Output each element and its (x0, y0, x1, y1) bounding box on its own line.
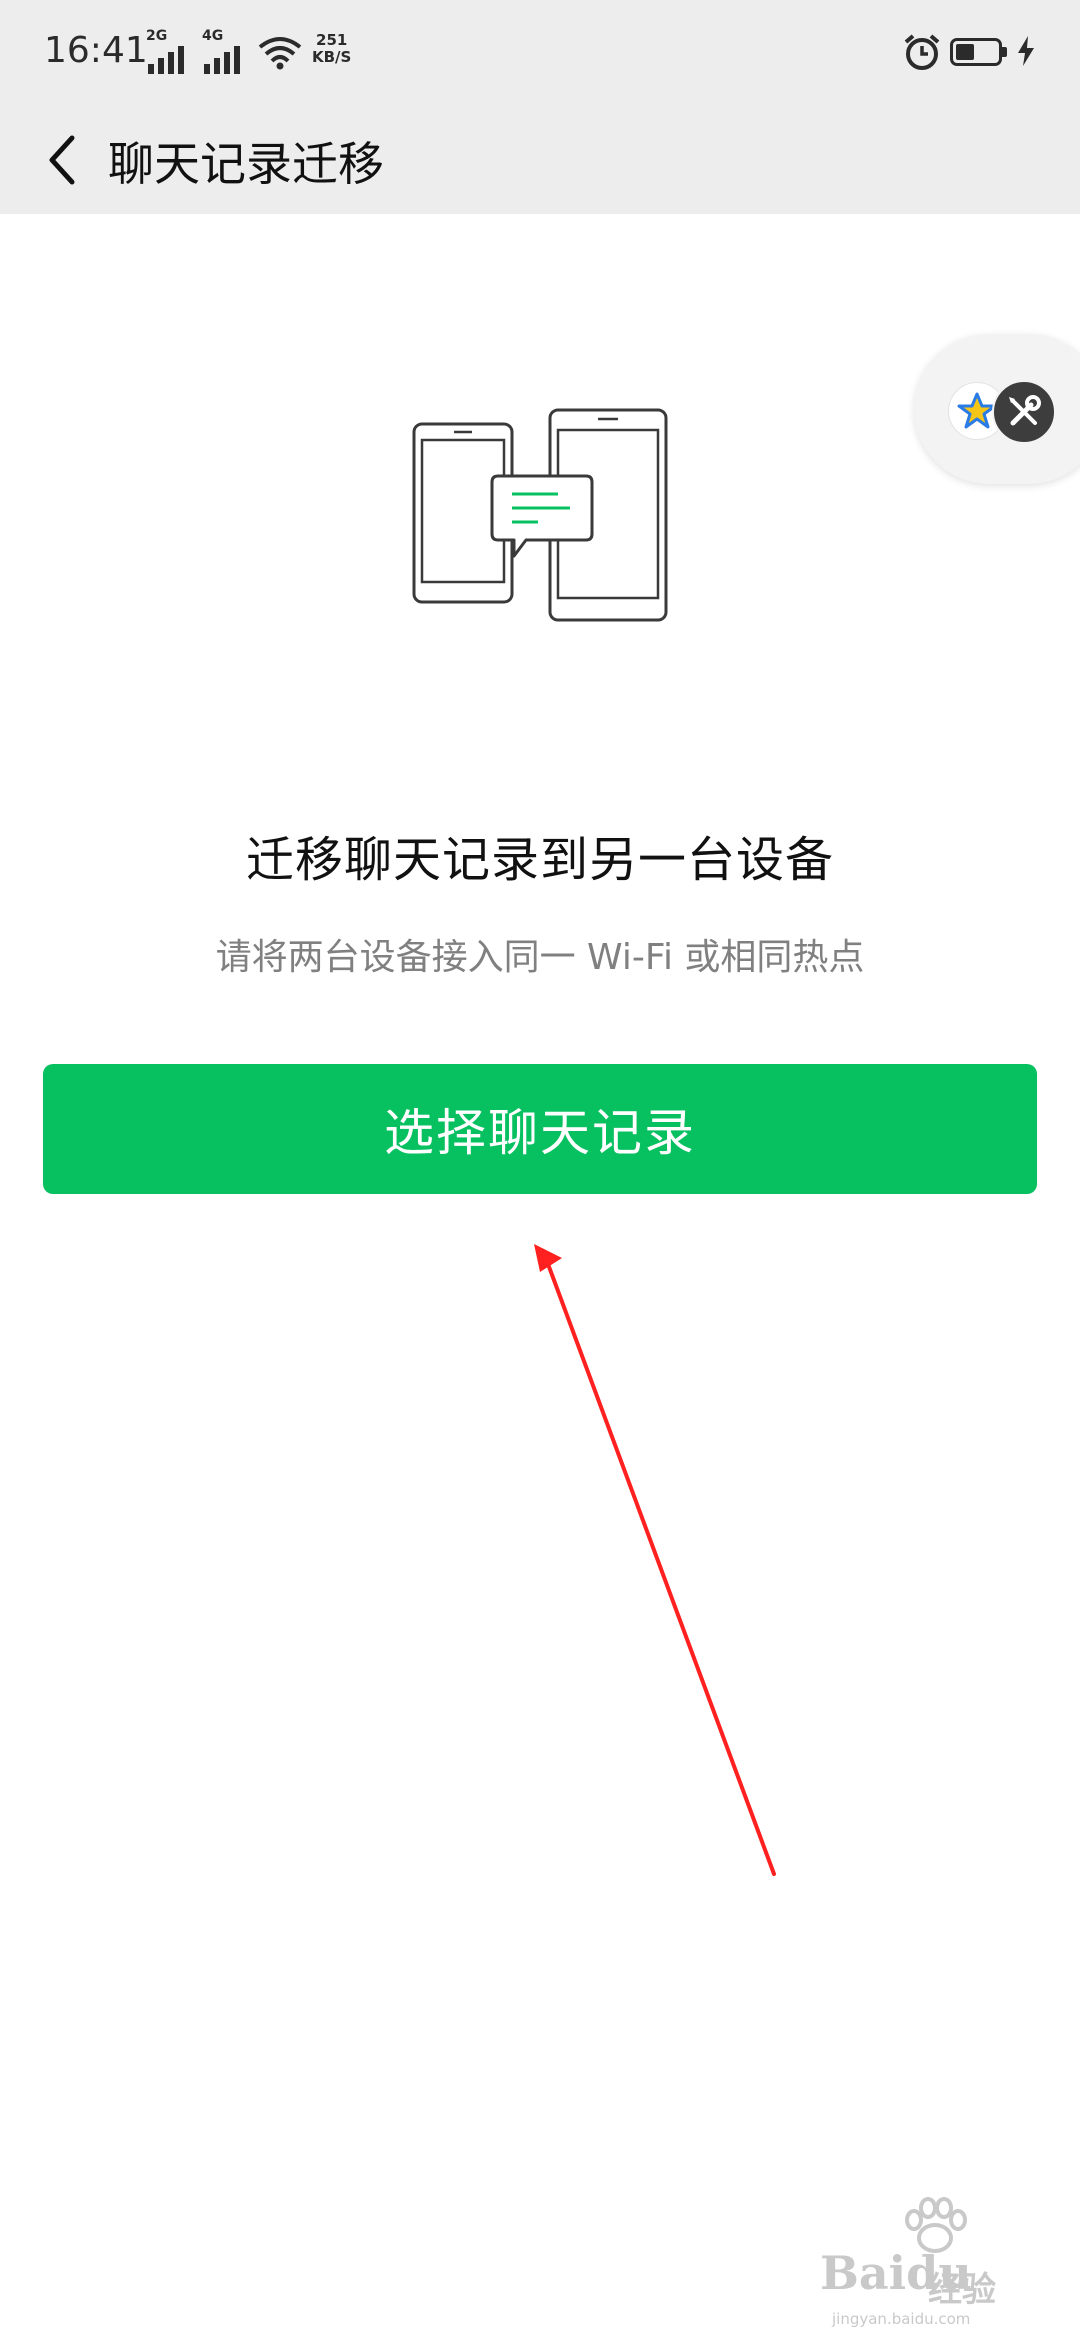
floating-toolbox[interactable] (914, 334, 1080, 484)
status-time: 16:41 (44, 30, 148, 71)
charging-icon (1018, 36, 1034, 66)
nav-bar: 聊天记录迁移 (0, 106, 1080, 214)
back-button[interactable] (26, 124, 98, 196)
migration-heading: 迁移聊天记录到另一台设备 (245, 832, 834, 888)
back-arrow-icon (49, 135, 75, 185)
migration-subtext: 请将两台设备接入同一 Wi-Fi 或相同热点 (215, 937, 865, 978)
phones-transfer-icon (412, 408, 668, 622)
status-bar: 16:41 2G 4G 251 KB/S (0, 0, 1080, 106)
page-title: 聊天记录迁移 (108, 137, 384, 191)
network-speed: 251 KB/S (312, 31, 352, 66)
select-chat-history-button[interactable]: 选择聊天记录 (43, 1064, 1037, 1194)
tools-icon (992, 380, 1056, 444)
battery-icon (950, 38, 1007, 66)
baidu-watermark: Baidu 经验 jingyan.baidu.com (820, 2197, 1060, 2328)
wifi-icon (258, 37, 302, 70)
alarm-icon (904, 34, 940, 70)
